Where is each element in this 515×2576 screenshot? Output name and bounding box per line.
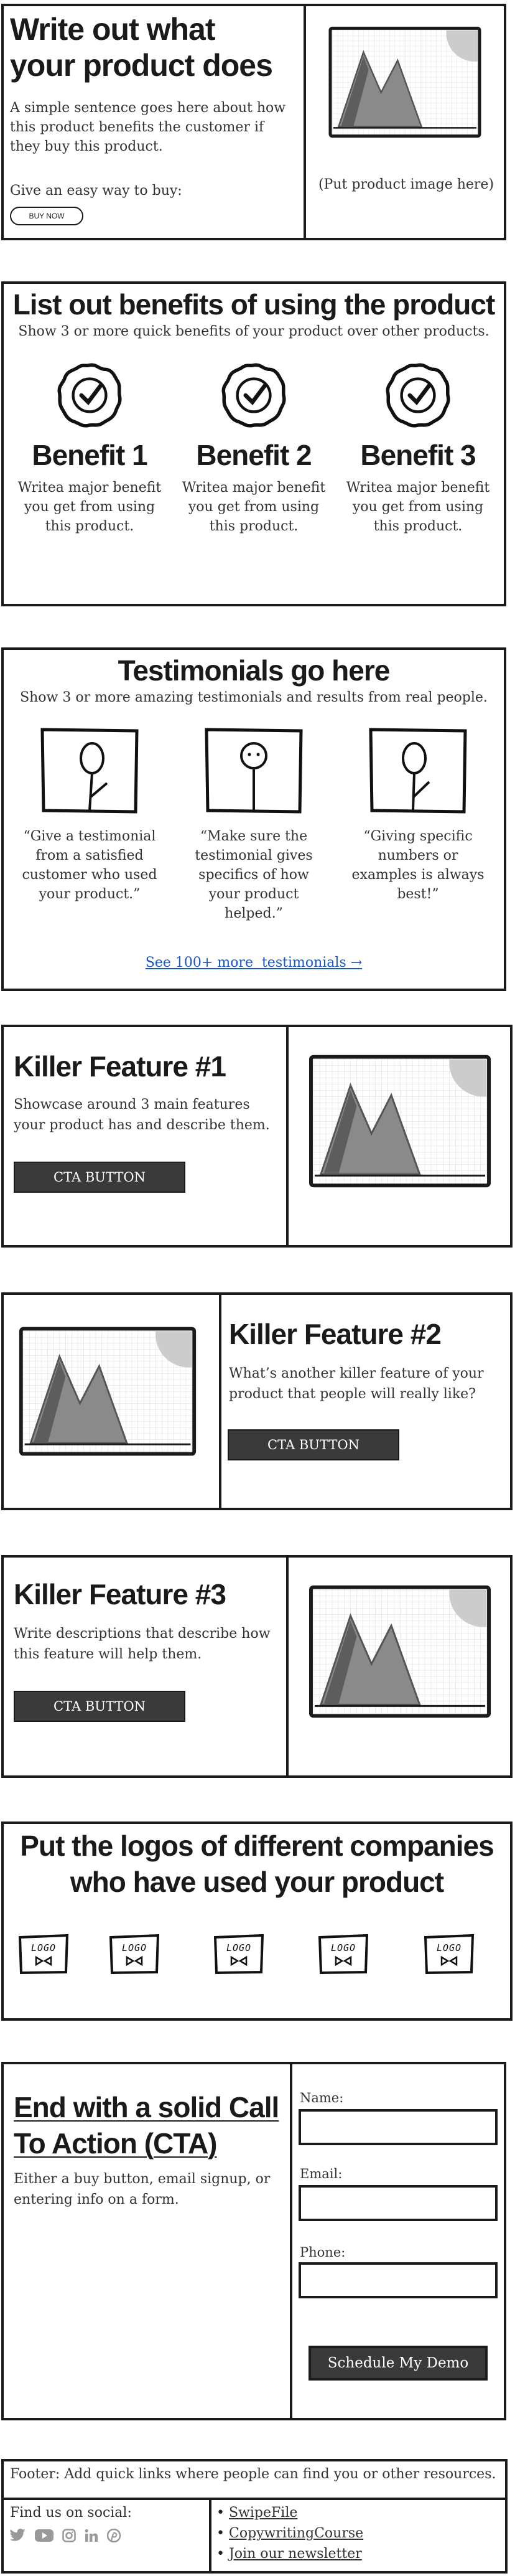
cta-button[interactable]: CTA BUTTON — [14, 1162, 185, 1193]
email-label: Email: — [300, 2166, 343, 2181]
footer-link[interactable]: • SwipeFile — [216, 2503, 363, 2523]
benefit-title: Benefit 1 — [32, 439, 147, 471]
feature-2-section: Killer Feature #2 What’s another killer … — [1, 1292, 513, 1510]
benefit-title: Benefit 3 — [360, 439, 476, 471]
testimonial-item: “Giving specific numbers or examples is … — [337, 727, 499, 904]
check-badge-icon — [220, 361, 288, 430]
pinterest-icon[interactable] — [107, 2529, 121, 2542]
benefit-item: Benefit 2 Writea major benefit you get f… — [173, 361, 335, 536]
phone-label: Phone: — [300, 2245, 346, 2260]
feature-image-placeholder — [17, 1323, 198, 1459]
schedule-demo-button[interactable]: Schedule My Demo — [309, 2346, 488, 2381]
feature-text: Showcase around 3 main features your pro… — [14, 1097, 270, 1133]
testimonials-section: Testimonials go here Show 3 or more amaz… — [1, 647, 506, 991]
product-image-placeholder — [327, 20, 483, 144]
testimonial-quote: “Giving specific numbers or examples is … — [351, 829, 485, 902]
cta-button[interactable]: CTA BUTTON — [14, 1691, 185, 1722]
feature-title: Killer Feature #2 — [229, 1318, 442, 1350]
name-input[interactable] — [299, 2109, 498, 2145]
cta-section: End with a solid Call To Action (CTA) Ei… — [1, 2062, 506, 2420]
instagram-icon[interactable] — [62, 2529, 76, 2542]
email-input[interactable] — [299, 2185, 498, 2221]
benefit-item: Benefit 3 Writea major benefit you get f… — [337, 361, 499, 536]
testimonial-item: “Make sure the testimonial gives specifi… — [173, 727, 335, 923]
benefit-item: Benefit 1 Writea major benefit you get f… — [9, 361, 170, 536]
benefit-text: Writea major benefit you get from using … — [346, 480, 490, 534]
company-logo-icon — [213, 1934, 265, 1975]
feature-image-placeholder — [307, 1052, 493, 1190]
cta-title: End with a solid Call To Action (CTA) — [14, 2091, 279, 2160]
hero-section: Write out what your product does A simpl… — [1, 4, 506, 240]
benefit-text: Writea major benefit you get from using … — [17, 480, 162, 534]
footer-link[interactable]: • CopywritingCourse — [216, 2523, 363, 2544]
footer-note: Footer: Add quick links where people can… — [10, 2466, 496, 2482]
footer-links: • SwipeFile • CopywritingCourse • Join o… — [216, 2503, 363, 2564]
check-badge-icon — [55, 361, 124, 430]
youtube-icon[interactable] — [35, 2529, 53, 2542]
benefits-subtitle: Show 3 or more quick benefits of your pr… — [18, 324, 489, 339]
feature-text: What’s another killer feature of your pr… — [229, 1366, 484, 1402]
testimonials-subtitle: Show 3 or more amazing testimonials and … — [20, 690, 488, 705]
company-logo-icon — [108, 1934, 160, 1975]
benefits-title: List out benefits of using the product — [12, 288, 496, 321]
testimonial-quote: “Give a testimonial from a satisfied cus… — [22, 829, 157, 902]
feature-text: Write descriptions that describe how thi… — [14, 1626, 271, 1662]
more-testimonials-link[interactable]: See 100+ more testimonials → — [4, 955, 504, 971]
logos-section: Put the logos of different companies who… — [1, 1822, 513, 2021]
feature-1-section: Killer Feature #1 Showcase around 3 main… — [1, 1025, 513, 1248]
person-photo-placeholder-icon — [205, 728, 303, 814]
company-logo-icon — [423, 1934, 475, 1975]
check-badge-icon — [384, 361, 452, 430]
name-label: Name: — [300, 2090, 344, 2105]
company-logo-icon — [17, 1934, 70, 1975]
feature-title: Killer Feature #1 — [14, 1050, 226, 1083]
feature-3-section: Killer Feature #3 Write descriptions tha… — [1, 1555, 513, 1778]
social-label: Find us on social: — [10, 2505, 132, 2521]
linkedin-icon[interactable] — [85, 2529, 98, 2542]
feature-title: Killer Feature #3 — [14, 1578, 226, 1610]
testimonials-title: Testimonials go here — [118, 654, 391, 687]
hero-description: A simple sentence goes here about how th… — [10, 100, 286, 154]
benefits-section: List out benefits of using the product S… — [1, 281, 506, 606]
testimonial-item: “Give a testimonial from a satisfied cus… — [9, 727, 170, 904]
person-photo-placeholder-icon — [40, 728, 139, 814]
testimonial-quote: “Make sure the testimonial gives specifi… — [195, 829, 313, 921]
hero-title: Write out what your product does — [10, 12, 273, 83]
newsletter-link[interactable]: Join our newsletter — [229, 2546, 362, 2562]
feature-image-placeholder — [307, 1582, 493, 1721]
product-image-caption: (Put product image here) — [318, 177, 494, 192]
benefit-text: Writea major benefit you get from using … — [182, 480, 326, 534]
logos-title: Put the logos of different companies who… — [20, 1830, 494, 1898]
twitter-icon[interactable] — [10, 2529, 26, 2542]
cta-button[interactable]: CTA BUTTON — [228, 1429, 399, 1460]
person-photo-placeholder-icon — [369, 728, 467, 814]
buy-now-button[interactable]: BUY NOW — [10, 207, 83, 225]
swipefile-link[interactable]: SwipeFile — [229, 2505, 297, 2521]
phone-input[interactable] — [299, 2262, 498, 2298]
cta-description: Either a buy button, email signup, or en… — [14, 2171, 271, 2207]
footer: Footer: Add quick links where people can… — [1, 2459, 508, 2574]
copywriting-course-link[interactable]: CopywritingCourse — [229, 2526, 363, 2541]
company-logo-icon — [317, 1934, 369, 1975]
buy-text: Give an easy way to buy: — [10, 183, 182, 199]
benefit-title: Benefit 2 — [196, 439, 312, 471]
social-icons — [10, 2529, 121, 2542]
footer-link[interactable]: • Join our newsletter — [216, 2544, 363, 2564]
